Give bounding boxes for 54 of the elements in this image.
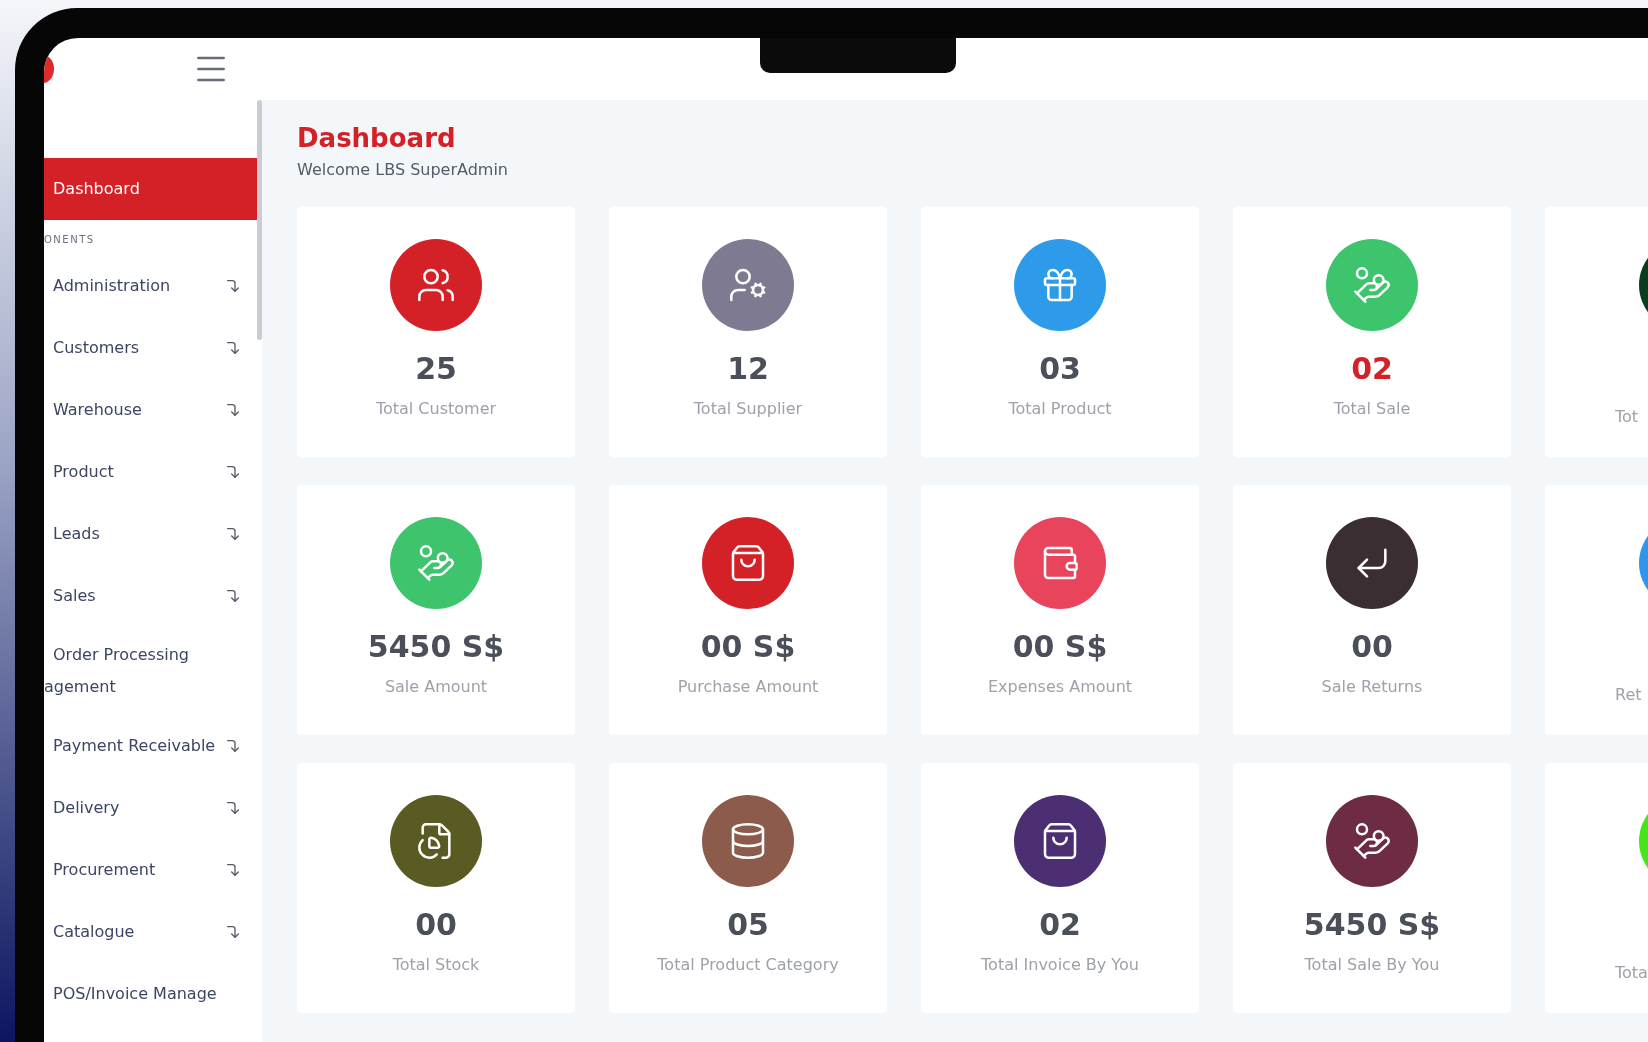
stat-label: Total Sale <box>1333 399 1411 418</box>
stat-value: 25 <box>415 350 457 388</box>
stat-value: 00 S$ <box>700 628 796 666</box>
stat-label: Purchase Amount <box>677 677 819 696</box>
stat-label: Tota <box>1615 963 1648 982</box>
stat-value: 00 S$ <box>1012 628 1108 666</box>
sidebar-item[interactable]: Procurement <box>44 839 257 901</box>
sidebar-item[interactable]: Delivery <box>44 777 257 839</box>
sidebar-item[interactable]: Product <box>44 441 257 503</box>
expand-icon <box>225 340 241 356</box>
sidebar-item[interactable]: Leads <box>44 503 257 565</box>
scrollbar[interactable] <box>257 100 262 340</box>
stat-label: Total Supplier <box>693 399 803 418</box>
stat-value: 00 <box>1351 628 1393 666</box>
stat-label: Ret <box>1615 685 1642 704</box>
welcome-text: Welcome LBS SuperAdmin <box>297 160 508 179</box>
stat-label: Expenses Amount <box>987 677 1133 696</box>
expand-icon <box>225 800 241 816</box>
expand-icon <box>225 464 241 480</box>
expand-icon <box>225 526 241 542</box>
stat-value: 05 <box>727 906 769 944</box>
stat-label: Tot <box>1615 407 1639 426</box>
expand-icon <box>225 862 241 878</box>
sidebar-item[interactable]: Sales <box>44 565 257 627</box>
stat-label: Total Product <box>1008 399 1112 418</box>
expand-icon <box>225 924 241 940</box>
stat-value: 5450 S$ <box>1303 906 1441 944</box>
stat-value: 12 <box>727 350 769 388</box>
stat-label: Total Stock <box>392 955 480 974</box>
stat-label: Sale Amount <box>384 677 488 696</box>
sidebar-item[interactable]: Payment Receivable <box>44 715 257 777</box>
sidebar-item[interactable]: Warehouse <box>44 379 257 441</box>
stat-label: Total Sale By You <box>1304 955 1440 974</box>
expand-icon <box>225 278 241 294</box>
sidebar-item[interactable]: Dashboard <box>44 158 257 220</box>
sidebar-item[interactable]: Administration <box>44 255 257 317</box>
stat-value: 5450 S$ <box>367 628 505 666</box>
expand-icon <box>225 588 241 604</box>
stat-label: Total Invoice By You <box>981 955 1139 974</box>
sidebar-item[interactable]: POS/Invoice Manage <box>44 963 257 1025</box>
page-title: Dashboard <box>297 122 456 154</box>
stat-value: 02 <box>1039 906 1081 944</box>
stat-label: Total Product Category <box>657 955 839 974</box>
section-heading: ONENTS <box>44 234 95 245</box>
expand-icon <box>225 402 241 418</box>
sidebar-item[interactable]: Customers <box>44 317 257 379</box>
stat-label: Total Customer <box>375 399 497 418</box>
expand-icon <box>225 738 241 754</box>
stat-value: 00 <box>415 906 457 944</box>
sidebar-item[interactable]: Order Processing agement <box>44 627 257 715</box>
stat-value: 03 <box>1039 350 1081 388</box>
stat-label: Sale Returns <box>1321 677 1423 696</box>
stat-value: 02 <box>1351 350 1393 388</box>
sidebar-item[interactable]: Catalogue <box>44 901 257 963</box>
